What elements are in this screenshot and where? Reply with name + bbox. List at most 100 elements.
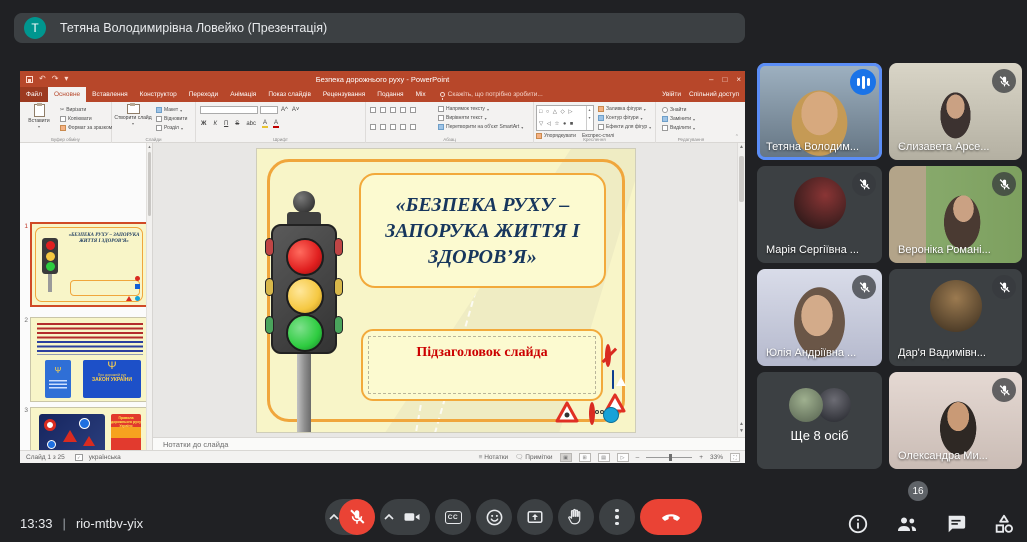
font-size-input[interactable] (260, 106, 278, 114)
slide-thumbnail-2[interactable]: Ψ Ψ Про дорожній рух ЗАКОН УКРАЇНИ (30, 317, 148, 402)
shape-fill-button[interactable]: Заливка фігури▾ (598, 106, 646, 112)
reactions-button[interactable] (476, 499, 512, 535)
tell-me-box[interactable]: Скажіть, що потрібно зробити... (432, 87, 543, 102)
align-text-button[interactable]: Вирівняти текст▾ (438, 115, 487, 121)
replace-button[interactable]: Замінити▾ (662, 116, 695, 122)
tab-animations[interactable]: Анімація (224, 87, 262, 102)
tab-insert[interactable]: Вставлення (86, 87, 134, 102)
camera-toggle-button[interactable] (394, 499, 430, 535)
zoom-slider[interactable] (646, 457, 692, 458)
numbering-icon[interactable] (380, 107, 386, 113)
text-direction-button[interactable]: Напрямок тексту▾ (438, 106, 489, 112)
find-button[interactable]: Знайти (662, 107, 686, 113)
activities-button[interactable] (993, 513, 1015, 535)
zoom-out-button[interactable]: – (636, 454, 640, 461)
strikethrough-button[interactable]: S (234, 121, 240, 127)
notes-pane[interactable]: Нотатки до слайда (153, 437, 745, 450)
notes-toggle[interactable]: ≡ Нотатки (479, 454, 509, 461)
show-everyone-button[interactable] (895, 512, 919, 536)
share-button[interactable]: Спільний доступ (689, 91, 739, 98)
highlight-button[interactable]: А (262, 120, 268, 128)
indent-increase-icon[interactable] (400, 107, 406, 113)
reading-view-button[interactable]: ▤ (598, 453, 610, 462)
slide-title-placeholder[interactable]: «БЕЗПЕКА РУХУ – ЗАПОРУКА ЖИТТЯ І ЗДОРОВ’… (359, 173, 606, 288)
line-spacing-icon[interactable] (410, 107, 416, 113)
camera-options-chevron-icon[interactable] (384, 514, 394, 520)
columns-icon[interactable] (410, 124, 416, 130)
participant-tile[interactable]: Марія Сергіївна ... (757, 166, 882, 263)
tab-transitions[interactable]: Переходи (183, 87, 224, 102)
meeting-details-button[interactable] (847, 513, 869, 535)
select-button[interactable]: Виділити▾ (662, 125, 695, 131)
tab-mix[interactable]: Mix (410, 87, 432, 102)
tab-design[interactable]: Конструктор (134, 87, 183, 102)
section-button[interactable]: Розділ▾ (156, 125, 183, 131)
participant-tile[interactable]: Дар'я Вадимівн... (889, 269, 1022, 366)
font-color-button[interactable]: А (273, 120, 279, 128)
format-painter-button[interactable]: Формат за зразком (60, 125, 112, 131)
shape-outline-button[interactable]: Контур фігури▾ (598, 115, 643, 121)
slide-sorter-view-button[interactable]: ⊞ (579, 453, 591, 462)
slideshow-view-button[interactable]: ▷ (617, 453, 629, 462)
participant-tile[interactable]: Олександра Ми... (889, 372, 1022, 469)
slide-page[interactable]: «БЕЗПЕКА РУХУ – ЗАПОРУКА ЖИТТЯ І ЗДОРОВ’… (256, 148, 636, 433)
grow-font-button[interactable]: А^ (280, 107, 289, 113)
paste-button[interactable]: Вставити▾ (22, 104, 56, 130)
mic-options-chevron-icon[interactable] (329, 514, 339, 520)
tab-view[interactable]: Подання (371, 87, 409, 102)
participant-tile[interactable]: Єлизавета Арсе... (889, 63, 1022, 160)
language-indicator[interactable]: українська (89, 454, 121, 461)
minimize-button[interactable]: – (709, 75, 713, 84)
reset-button[interactable]: Відновити (156, 116, 187, 122)
participant-tile[interactable]: Тетяна Володим... (757, 63, 882, 160)
align-left-icon[interactable] (370, 124, 376, 130)
tab-file[interactable]: Файл (20, 87, 48, 102)
bullets-icon[interactable] (370, 107, 376, 113)
more-participants-tile[interactable]: Ще 8 осіб (757, 372, 882, 469)
italic-button[interactable]: К (212, 121, 218, 127)
raise-hand-button[interactable] (558, 499, 594, 535)
shapes-gallery[interactable]: □ ○ △ ◇ ▷ ▽ ◁ ☆ ● ■ ▴▾ (536, 105, 594, 131)
end-call-button[interactable] (640, 499, 702, 535)
shrink-font-button[interactable]: А˅ (291, 107, 301, 113)
normal-view-button[interactable]: ▣ (560, 453, 572, 462)
indent-decrease-icon[interactable] (390, 107, 396, 113)
zoom-level[interactable]: 33% (710, 454, 723, 461)
slide-subtitle-placeholder[interactable]: Підзаголовок слайда (361, 329, 603, 401)
more-options-button[interactable] (599, 499, 635, 535)
chat-button[interactable] (945, 513, 967, 535)
layout-button[interactable]: Макет▾ (156, 107, 182, 113)
thumbnail-scrollbar[interactable]: ▲ (146, 143, 152, 450)
clear-format-button[interactable]: abc (245, 121, 257, 127)
present-button[interactable] (517, 499, 553, 535)
captions-button[interactable]: CC (435, 499, 471, 535)
tab-home[interactable]: Основне (48, 87, 86, 102)
bold-button[interactable]: Ж (200, 121, 207, 127)
shape-effects-button[interactable]: Ефекти для фігур▾ (598, 124, 651, 130)
align-right-icon[interactable] (390, 124, 396, 130)
underline-button[interactable]: П (223, 121, 229, 127)
zoom-in-button[interactable]: + (699, 454, 703, 461)
participant-tile[interactable]: Вероніка Романі... (889, 166, 1022, 263)
canvas-scrollbar[interactable]: ▲ ▲▼ (737, 143, 745, 437)
participant-tile[interactable]: Юлія Андріївна ... (757, 269, 882, 366)
new-slide-button[interactable]: Створити слайд▾ (114, 104, 152, 127)
maximize-button[interactable]: □ (722, 75, 727, 84)
close-button[interactable]: × (736, 75, 741, 84)
tab-review[interactable]: Рецензування (317, 87, 371, 102)
gallery-scroll[interactable]: ▴▾ (586, 106, 593, 131)
copy-button[interactable]: Копіювати (60, 116, 92, 122)
comments-toggle[interactable]: 🗨 Примітки (515, 453, 552, 461)
slide-thumbnail-1[interactable]: «БЕЗПЕКА РУХУ – ЗАПОРУКА ЖИТТЯ І ЗДОРОВ’… (30, 222, 148, 307)
fit-to-window-button[interactable]: ⛶ (730, 453, 740, 462)
justify-icon[interactable] (400, 124, 406, 130)
smartart-button[interactable]: Перетворити на об'єкт SmartArt▾ (438, 124, 523, 130)
cut-button[interactable]: ✂Вирізати (60, 107, 86, 113)
slide-thumbnail-3[interactable]: Правила дорожнього руху України (30, 407, 148, 450)
spellcheck-icon[interactable]: ✓ (75, 454, 83, 461)
align-center-icon[interactable] (380, 124, 386, 130)
signin-button[interactable]: Увійти (662, 91, 681, 98)
mic-toggle-button[interactable] (339, 499, 375, 535)
tab-slideshow[interactable]: Показ слайдів (262, 87, 317, 102)
collapse-ribbon-icon[interactable]: ⌃ (735, 134, 739, 140)
